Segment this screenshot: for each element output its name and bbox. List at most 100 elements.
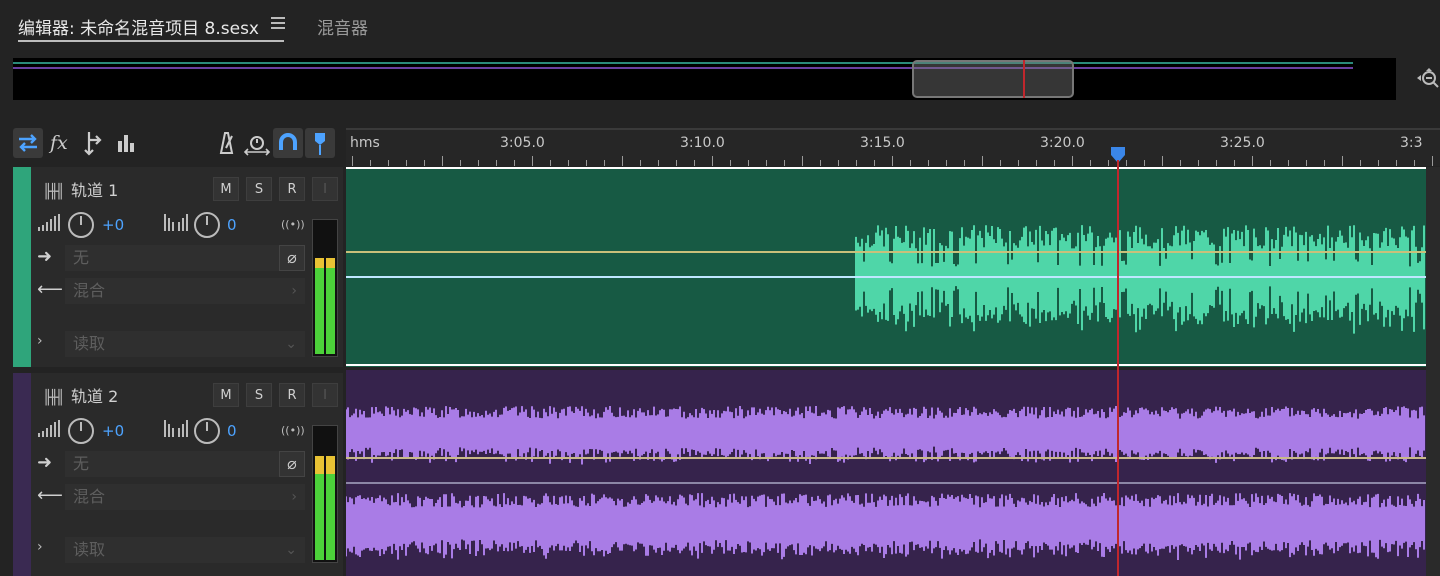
- ruler-tick: [658, 160, 659, 166]
- ruler-tick: [892, 156, 893, 166]
- track-header-2: ╟╫╢轨道 2 M S R I +0 0 ((•)) ➜ 无› ⌀ ⟵ 混合› …: [13, 373, 343, 576]
- mute-button[interactable]: M: [213, 383, 239, 407]
- ruler-tick: [1252, 156, 1253, 166]
- expand-chevron-icon[interactable]: ›: [37, 539, 43, 555]
- phase-invert-button[interactable]: ⌀: [279, 451, 305, 477]
- sends-button[interactable]: [79, 128, 109, 158]
- phase-invert-button[interactable]: ⌀: [279, 245, 305, 271]
- ruler-tick: [406, 160, 407, 166]
- ruler-tick: [1288, 160, 1289, 166]
- time-ruler[interactable]: hms 3:05.0 3:10.0 3:15.0 3:20.0 3:25.0 3…: [346, 128, 1440, 166]
- metronome-icon: [219, 132, 234, 154]
- tab-mixer[interactable]: 混音器: [317, 14, 368, 39]
- track-name[interactable]: ╟╫╢ 轨道 2: [43, 383, 118, 407]
- level-meter: [312, 425, 338, 563]
- volume-knob[interactable]: [68, 212, 94, 238]
- chevron-right-icon: ›: [291, 283, 297, 299]
- track-name[interactable]: ╟╫╢ 轨道 1: [43, 177, 118, 201]
- ruler-tick: [496, 160, 497, 166]
- marker-button[interactable]: [305, 128, 335, 158]
- send-icon: [84, 132, 102, 156]
- ruler-tick: [1108, 160, 1109, 166]
- tab-active-underline: [18, 40, 284, 42]
- output-select[interactable]: 无›: [65, 245, 305, 271]
- ruler-tick: [1162, 156, 1163, 166]
- fx-icon: fx: [48, 132, 68, 154]
- ruler-tick: [1306, 160, 1307, 166]
- volume-knob[interactable]: [68, 418, 94, 444]
- ruler-tick: [820, 160, 821, 166]
- pan-knob[interactable]: [194, 212, 220, 238]
- session-overview[interactable]: [13, 58, 1396, 100]
- solo-button[interactable]: S: [246, 177, 272, 201]
- ruler-tick: [1072, 156, 1073, 166]
- monitor-input-button[interactable]: I: [312, 177, 338, 201]
- send-select[interactable]: 混合 ›: [65, 484, 305, 510]
- marker-pin-icon: [315, 133, 325, 155]
- ruler-tick: [1216, 160, 1217, 166]
- ruler-tick: [1396, 160, 1397, 166]
- ruler-tick: [1234, 160, 1235, 166]
- effects-button[interactable]: fx: [46, 128, 76, 158]
- waveform-shape: [346, 406, 1425, 465]
- ruler-tick: [1180, 160, 1181, 166]
- ruler-tick: [1144, 160, 1145, 166]
- ruler-tick: [1018, 160, 1019, 166]
- pan-value[interactable]: 0: [227, 216, 237, 234]
- output-arrow-icon: ➜: [37, 246, 53, 267]
- ruler-tick: [1000, 160, 1001, 166]
- volume-value[interactable]: +0: [102, 216, 124, 234]
- pan-knob[interactable]: [194, 418, 220, 444]
- ruler-tick: [442, 156, 443, 166]
- volume-value[interactable]: +0: [102, 422, 124, 440]
- panel-menu-icon[interactable]: [271, 17, 285, 31]
- record-arm-button[interactable]: R: [279, 383, 305, 407]
- ruler-tick: [1324, 160, 1325, 166]
- ruler-tick: [550, 160, 551, 166]
- input-arrow-icon: ⟵: [37, 279, 63, 300]
- pan-value[interactable]: 0: [227, 422, 237, 440]
- metronome-button[interactable]: [211, 128, 241, 158]
- ruler-unit-label: hms: [350, 135, 380, 151]
- volume-icon: [38, 214, 60, 231]
- vertical-scrollbar[interactable]: [1426, 167, 1440, 576]
- track-1-waveform[interactable]: [346, 167, 1426, 367]
- inputs-outputs-button[interactable]: [13, 128, 43, 158]
- time-stretch-icon: [243, 136, 271, 156]
- solo-button[interactable]: S: [246, 383, 272, 407]
- track-2-waveform[interactable]: [346, 370, 1426, 576]
- send-select[interactable]: 混合 ›: [65, 278, 305, 304]
- track-1-lane[interactable]: [346, 167, 1426, 367]
- stereo-icon[interactable]: ((•)): [281, 218, 305, 231]
- ruler-tick: [928, 160, 929, 166]
- ruler-tick: [1198, 160, 1199, 166]
- eq-bars-icon: [118, 135, 134, 152]
- automation-mode-select[interactable]: 读取 ⌄: [65, 331, 305, 357]
- ruler-tick: [982, 156, 983, 166]
- snap-button[interactable]: [273, 128, 303, 158]
- ruler-tick: [460, 160, 461, 166]
- ruler-tick: [478, 160, 479, 166]
- output-select[interactable]: 无›: [65, 451, 305, 477]
- track-color-bar: [13, 167, 31, 367]
- track-toolbar: fx: [13, 128, 343, 162]
- zoom-navigator-icon[interactable]: [1414, 66, 1440, 92]
- expand-chevron-icon[interactable]: ›: [37, 333, 43, 349]
- record-arm-button[interactable]: R: [279, 177, 305, 201]
- stereo-icon[interactable]: ((•)): [281, 424, 305, 437]
- overview-view-range[interactable]: [912, 60, 1074, 98]
- automation-mode-select[interactable]: 读取 ⌄: [65, 537, 305, 563]
- tab-bar: 编辑器: 未命名混音项目 8.sesx 混音器: [0, 0, 1440, 46]
- track-2-lane[interactable]: [346, 370, 1426, 576]
- monitor-input-button[interactable]: I: [312, 383, 338, 407]
- mute-button[interactable]: M: [213, 177, 239, 201]
- ruler-tick: [1090, 160, 1091, 166]
- eq-button[interactable]: [111, 128, 141, 158]
- ruler-tick: [586, 160, 587, 166]
- ruler-label: 3:20.0: [1040, 135, 1085, 151]
- tab-editor[interactable]: 编辑器: 未命名混音项目 8.sesx: [18, 14, 284, 42]
- overview-track2-line: [13, 67, 1353, 69]
- time-stretch-button[interactable]: [242, 128, 272, 158]
- chevron-down-icon: ⌄: [285, 336, 297, 352]
- ruler-tick: [1414, 160, 1415, 166]
